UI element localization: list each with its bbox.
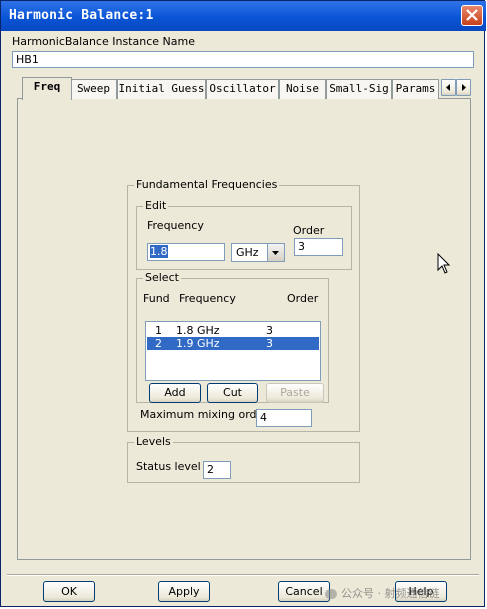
- tab-params[interactable]: Params: [392, 79, 439, 99]
- tab-noise[interactable]: Noise: [279, 79, 326, 99]
- tab-small-sig[interactable]: Small-Sig: [326, 79, 392, 99]
- freq-tab-panel: Fundamental Frequencies Edit Frequency O…: [17, 98, 471, 560]
- list-item-selected[interactable]: 2 1.9 GHz 3: [147, 337, 319, 350]
- mouse-cursor-icon: [437, 253, 451, 274]
- instance-name-input[interactable]: HB1: [12, 51, 474, 68]
- dialog-window: Harmonic Balance:1 HarmonicBalance Insta…: [0, 0, 486, 607]
- tab-scroll-right-button[interactable]: [456, 79, 471, 96]
- select-title: Select: [143, 271, 181, 284]
- status-level-input[interactable]: 2: [203, 461, 231, 479]
- apply-button[interactable]: Apply: [158, 581, 210, 602]
- frequency-value: 1.8: [150, 245, 168, 258]
- frequency-list[interactable]: 1 1.8 GHz 3 2 1.9 GHz 3: [145, 321, 321, 381]
- order-column-header: Order: [287, 292, 319, 305]
- levels-group: Levels Status level 2: [127, 435, 360, 483]
- select-group: Select Fund Frequency Order 1 1.8 GHz 3 …: [136, 271, 329, 403]
- add-button[interactable]: Add: [149, 383, 201, 403]
- watermark-text: 公众号 · 射频通信链: [341, 587, 440, 600]
- max-mixing-order-input[interactable]: 4: [256, 409, 312, 427]
- tab-oscillator[interactable]: Oscillator: [206, 79, 279, 99]
- chevron-right-icon: [462, 84, 466, 91]
- fund-cell: 2: [155, 337, 162, 350]
- order-cell: 3: [266, 324, 273, 337]
- chevron-down-icon: [272, 251, 279, 255]
- instance-name-label: HarmonicBalance Instance Name: [12, 35, 195, 48]
- status-level-label: Status level: [136, 460, 201, 473]
- title-bar[interactable]: Harmonic Balance:1: [1, 1, 486, 31]
- unit-value: GHz: [236, 246, 259, 259]
- frequency-cell: 1.9 GHz: [176, 337, 220, 350]
- close-button[interactable]: [461, 5, 483, 26]
- unit-select[interactable]: GHz: [231, 243, 285, 262]
- chevron-left-icon: [446, 84, 450, 91]
- fundamental-frequencies-group: Fundamental Frequencies Edit Frequency O…: [127, 178, 360, 432]
- frequency-column-header: Frequency: [179, 292, 236, 305]
- frequency-input[interactable]: 1.8: [147, 243, 225, 261]
- levels-title: Levels: [134, 435, 173, 448]
- frequency-cell: 1.8 GHz: [176, 324, 220, 337]
- order-cell: 3: [266, 337, 273, 350]
- tab-freq[interactable]: Freq: [22, 77, 72, 100]
- paste-button[interactable]: Paste: [266, 383, 324, 403]
- edit-title: Edit: [143, 199, 169, 212]
- edit-group: Edit Frequency Order 1.8 GHz 3: [136, 199, 352, 270]
- window-title: Harmonic Balance:1: [9, 8, 154, 23]
- fund-column-header: Fund: [143, 292, 170, 305]
- list-item[interactable]: 1 1.8 GHz 3: [147, 324, 319, 337]
- footer-separator: [7, 574, 479, 576]
- cut-button[interactable]: Cut: [207, 383, 258, 403]
- fund-cell: 1: [155, 324, 162, 337]
- tab-scroll-left-button[interactable]: [441, 79, 456, 96]
- order-input[interactable]: 3: [294, 238, 343, 256]
- wechat-icon: [325, 589, 337, 599]
- order-label: Order: [293, 224, 325, 237]
- unit-dropdown-button[interactable]: [267, 244, 284, 261]
- max-mixing-order-label: Maximum mixing order: [140, 408, 268, 421]
- ok-button[interactable]: OK: [43, 581, 95, 602]
- close-icon: [466, 9, 478, 21]
- cancel-button[interactable]: Cancel: [278, 581, 330, 602]
- watermark: 公众号 · 射频通信链: [325, 585, 440, 601]
- tab-initial-guess[interactable]: Initial Guess: [117, 79, 206, 99]
- tab-sweep[interactable]: Sweep: [70, 79, 117, 99]
- fundamental-frequencies-title: Fundamental Frequencies: [134, 178, 280, 191]
- frequency-label: Frequency: [147, 219, 204, 232]
